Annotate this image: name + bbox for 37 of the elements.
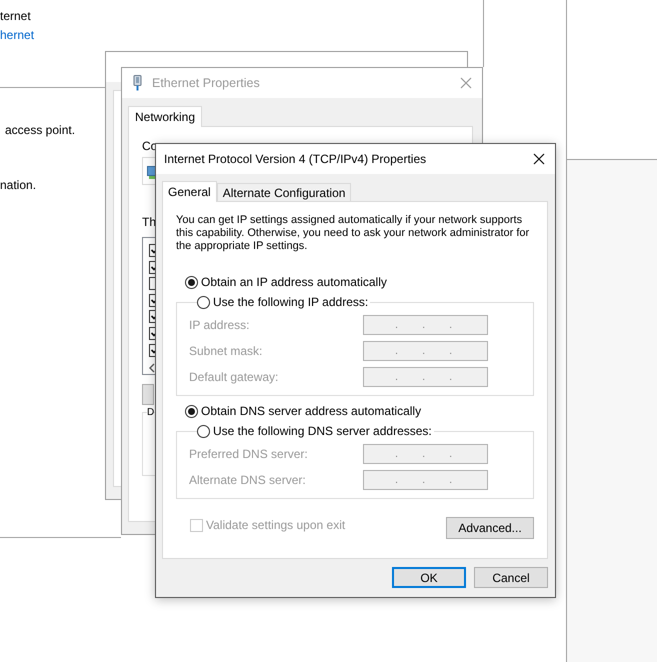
tab[interactable]: Networking: [128, 106, 202, 127]
checkbox[interactable]: [149, 294, 155, 307]
checkbox[interactable]: [149, 344, 155, 357]
advanced-button[interactable]: Advanced...: [446, 517, 534, 539]
radio-button[interactable]: [197, 424, 210, 438]
checkbox[interactable]: [149, 244, 155, 257]
checkbox[interactable]: [149, 310, 155, 324]
field-label: Default gateway:: [189, 370, 280, 384]
radio-button[interactable]: [185, 276, 198, 288]
scroll-left-icon[interactable]: [149, 363, 155, 374]
radio-button[interactable]: [197, 296, 210, 308]
radio-label[interactable]: Obtain an IP address automatically: [201, 275, 387, 289]
close-icon[interactable]: [533, 153, 545, 165]
network-adapter-icon: [133, 75, 142, 91]
window-title: Internet Protocol Version 4 (TCP/IPv4) Properties: [164, 152, 428, 166]
radio-label[interactable]: Use the following DNS server addresses:: [213, 424, 432, 438]
dialog-button[interactable]: Cancel: [474, 567, 548, 588]
checkbox[interactable]: [149, 260, 155, 274]
tab[interactable]: Alternate Configuration: [216, 183, 352, 201]
link[interactable]: hernet: [0, 29, 34, 42]
field-label: Alternate DNS server:: [189, 473, 307, 487]
field-label: Preferred DNS server:: [189, 447, 309, 461]
body-text: access point.: [5, 124, 76, 137]
body-text: nation.: [0, 179, 36, 192]
network-card-icon: [147, 163, 155, 179]
dialog-button[interactable]: OK: [392, 567, 466, 588]
window-title: Ethernet Properties: [152, 76, 260, 90]
checkbox[interactable]: [149, 277, 155, 290]
radio-label[interactable]: Obtain DNS server address automatically: [201, 404, 422, 418]
field-label: Subnet mask:: [189, 344, 264, 358]
body-text: ternet: [0, 10, 31, 23]
checkbox[interactable]: [149, 326, 155, 340]
radio-label[interactable]: Use the following IP address:: [213, 295, 368, 309]
tab[interactable]: General: [162, 181, 217, 202]
instruction-text: You can get IP settings assigned automatically if your network supports this capability. Otherwise, you need to ask your network administrator for the appropriate IP settings.: [176, 214, 530, 253]
radio-button[interactable]: [185, 404, 198, 418]
field-label: IP address:: [189, 318, 250, 332]
